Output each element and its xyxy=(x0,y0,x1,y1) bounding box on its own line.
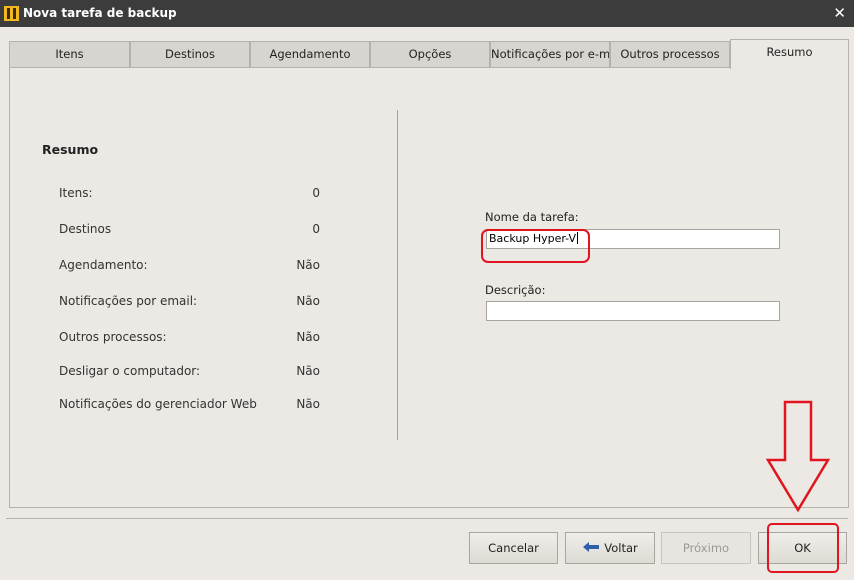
summary-label-gerenciador-web: Notificações do gerenciador Web xyxy=(59,397,257,411)
tab-strip: Itens Destinos Agendamento Opções Notifi… xyxy=(9,39,849,69)
summary-label-itens: Itens: xyxy=(59,186,93,200)
summary-value-outros-processos: Não xyxy=(296,330,320,344)
summary-label-agendamento: Agendamento: xyxy=(59,258,148,272)
tab-destinos[interactable]: Destinos xyxy=(130,41,250,67)
summary-value-notificacoes-email: Não xyxy=(296,294,320,308)
summary-label-destinos: Destinos xyxy=(59,222,112,236)
summary-label-desligar: Desligar o computador: xyxy=(59,364,201,378)
title-bar: Nova tarefa de backup ✕ xyxy=(0,0,854,27)
window-title: Nova tarefa de backup xyxy=(23,6,177,20)
summary-value-agendamento: Não xyxy=(296,258,320,272)
ok-annotation xyxy=(767,523,839,573)
back-button[interactable]: Voltar xyxy=(565,532,655,564)
back-button-label: Voltar xyxy=(604,541,638,555)
summary-label-notificacoes-email: Notificações por email: xyxy=(59,294,198,308)
summary-value-desligar: Não xyxy=(296,364,320,378)
vertical-divider xyxy=(397,110,398,440)
cancel-button[interactable]: Cancelar xyxy=(469,532,558,564)
description-label: Descrição: xyxy=(485,283,546,297)
arrow-left-icon xyxy=(583,542,600,552)
arrow-down-annotation-icon xyxy=(765,400,831,513)
summary-value-itens: 0 xyxy=(312,186,320,200)
task-name-annotation xyxy=(481,229,590,263)
tab-opcoes[interactable]: Opções xyxy=(370,41,490,67)
tab-resumo[interactable]: Resumo xyxy=(730,39,849,69)
app-icon xyxy=(4,6,19,21)
tab-itens[interactable]: Itens xyxy=(9,41,130,67)
summary-value-destinos: 0 xyxy=(312,222,320,236)
task-name-label: Nome da tarefa: xyxy=(485,210,579,224)
summary-title: Resumo xyxy=(42,142,99,157)
next-button[interactable]: Próximo xyxy=(661,532,751,564)
description-input[interactable] xyxy=(486,301,780,321)
tab-notificacoes-email[interactable]: Notificações por e-mail xyxy=(490,41,610,67)
close-icon[interactable]: ✕ xyxy=(833,4,846,22)
tab-panel xyxy=(9,67,849,508)
bottom-separator xyxy=(6,518,848,519)
summary-value-gerenciador-web: Não xyxy=(296,397,320,411)
tab-agendamento[interactable]: Agendamento xyxy=(250,41,370,67)
summary-label-outros-processos: Outros processos: xyxy=(59,330,167,344)
tab-outros-processos[interactable]: Outros processos xyxy=(610,41,730,67)
